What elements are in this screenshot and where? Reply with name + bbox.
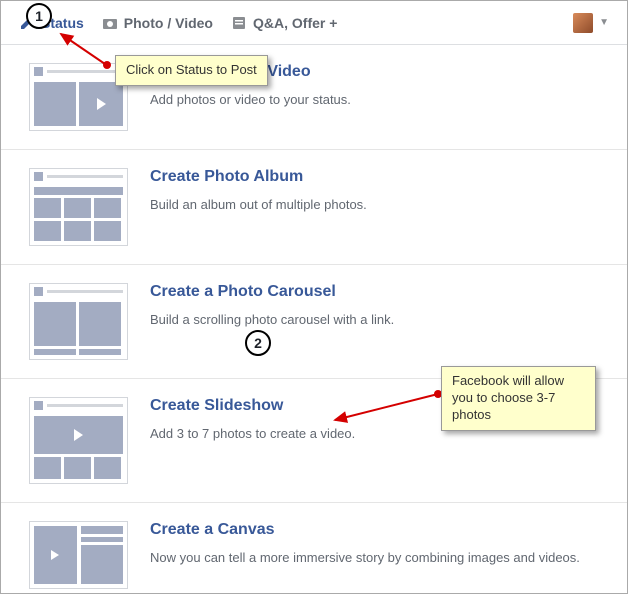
tab-photo-video-label: Photo / Video — [124, 15, 213, 31]
option-title: Create Slideshow — [150, 397, 355, 415]
composer-topbar: Status Photo / Video Q&A, Offer + ▼ — [1, 1, 627, 45]
option-desc: Now you can tell a more immersive story … — [150, 549, 580, 567]
option-title: Create a Canvas — [150, 521, 580, 539]
post-type-options: Upload Photos/Video Add photos or video … — [1, 45, 627, 607]
avatar — [573, 13, 593, 33]
camera-icon — [102, 15, 118, 31]
thumbnail-canvas — [29, 521, 128, 589]
step-marker-1: 1 — [26, 3, 52, 29]
option-title: Create a Photo Carousel — [150, 283, 394, 301]
callout-note-2: Facebook will allow you to choose 3-7 ph… — [441, 366, 596, 431]
tab-photo-video[interactable]: Photo / Video — [102, 15, 213, 31]
note-icon — [231, 15, 247, 31]
thumbnail-carousel — [29, 283, 128, 360]
thumbnail-upload — [29, 63, 128, 131]
callout-note-1: Click on Status to Post — [115, 55, 268, 86]
tab-qa-offer-label: Q&A, Offer + — [253, 15, 337, 31]
option-create-canvas[interactable]: Create a Canvas Now you can tell a more … — [1, 503, 627, 607]
tab-qa-offer[interactable]: Q&A, Offer + — [231, 15, 337, 31]
option-create-photo-album[interactable]: Create Photo Album Build an album out of… — [1, 150, 627, 265]
option-create-photo-carousel[interactable]: Create a Photo Carousel Build a scrollin… — [1, 265, 627, 379]
thumbnail-slideshow — [29, 397, 128, 484]
option-desc: Add photos or video to your status. — [150, 91, 351, 109]
user-menu[interactable]: ▼ — [573, 13, 609, 33]
thumbnail-album — [29, 168, 128, 246]
option-desc: Add 3 to 7 photos to create a video. — [150, 425, 355, 443]
option-upload-photos-video[interactable]: Upload Photos/Video Add photos or video … — [1, 45, 627, 150]
play-icon — [34, 526, 77, 584]
option-desc: Build an album out of multiple photos. — [150, 196, 367, 214]
option-desc: Build a scrolling photo carousel with a … — [150, 311, 394, 329]
option-title: Create Photo Album — [150, 168, 367, 186]
step-marker-2: 2 — [245, 330, 271, 356]
chevron-down-icon: ▼ — [599, 17, 609, 28]
